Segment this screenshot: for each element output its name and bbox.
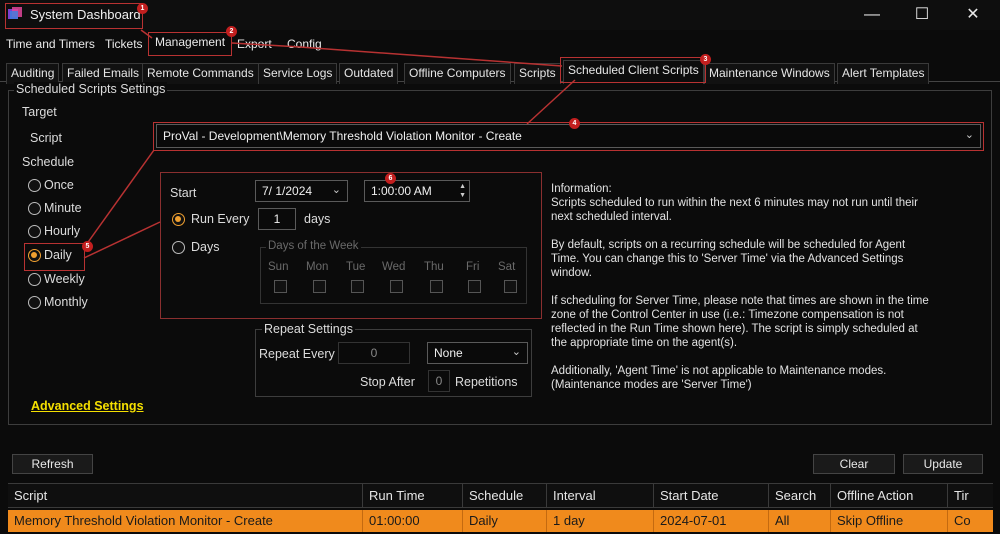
annotation-badge-2: 2 <box>226 26 237 37</box>
annotation-badge-1: 1 <box>137 3 148 14</box>
annotation-badge-4: 4 <box>569 118 580 129</box>
annotation-badge-6: 6 <box>385 173 396 184</box>
annotation-badge-3: 3 <box>700 54 711 65</box>
annotation-overlay <box>83 29 576 259</box>
annotation-badge-5: 5 <box>82 241 93 252</box>
